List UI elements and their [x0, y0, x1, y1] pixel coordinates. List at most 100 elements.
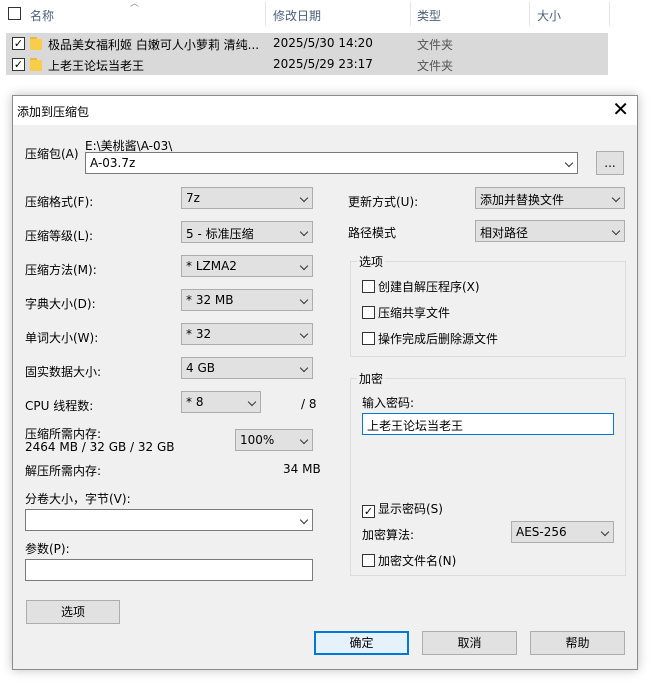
method-value: * LZMA2 [186, 259, 237, 273]
show-password-checkbox[interactable]: ✓ [362, 505, 375, 518]
solid-size-combo[interactable]: 4 GB [181, 357, 313, 379]
sfx-checkbox[interactable] [362, 280, 375, 293]
encryption-method-value: AES-256 [516, 525, 567, 539]
encryption-method-label: 加密算法: [362, 528, 415, 542]
encryption-group: 加密 输入密码: 上老王论坛当老王 ✓ 显示密码(S) 加密算法: AES-256… [350, 370, 626, 576]
file-type: 文件夹 [417, 59, 454, 73]
folder-icon [30, 58, 46, 71]
word-size-label: 单词大小(W): [25, 331, 99, 345]
chevron-down-icon [299, 295, 309, 305]
cancel-button[interactable]: 取消 [422, 631, 517, 655]
update-mode-label: 更新方式(U): [348, 195, 419, 209]
update-mode-combo[interactable]: 添加并替换文件 [475, 187, 625, 209]
file-row[interactable]: ✓ 极品美女福利姬 白嫩可人小萝莉 清纯... 2025/5/30 14:20 … [6, 33, 608, 54]
folder-icon [30, 37, 46, 50]
dialog-title: 添加到压缩包 [17, 105, 90, 119]
show-password-option[interactable]: ✓ 显示密码(S) [362, 500, 443, 518]
chevron-down-icon [611, 193, 621, 203]
shared-files-checkbox[interactable] [362, 306, 375, 319]
dictionary-combo[interactable]: * 32 MB [181, 289, 313, 311]
column-header-size[interactable]: 大小 [537, 7, 561, 24]
parameters-input[interactable] [25, 559, 313, 581]
sfx-option[interactable]: 创建自解压程序(X) [362, 278, 480, 295]
archive-name-combo[interactable]: A-03.7z [85, 152, 578, 174]
method-label: 压缩方法(M): [25, 263, 97, 277]
add-to-archive-dialog: 添加到压缩包 ✕ 压缩包(A) E:\美桃酱\A-03\ A-03.7z ...… [12, 95, 638, 670]
dictionary-label: 字典大小(D): [25, 297, 96, 311]
encrypt-names-option[interactable]: 加密文件名(N) [362, 552, 456, 569]
word-size-value: * 32 [186, 327, 212, 341]
memory-usage-value: 100% [240, 433, 275, 447]
cpu-threads-value: * 8 [186, 395, 204, 409]
chevron-down-icon [564, 158, 574, 168]
ok-button[interactable]: 确定 [314, 631, 409, 655]
options-button[interactable]: 选项 [26, 600, 120, 624]
chevron-down-icon [299, 193, 309, 203]
format-value: 7z [186, 191, 200, 205]
split-size-label: 分卷大小，字节(V): [25, 492, 131, 506]
chevron-down-icon [299, 363, 309, 373]
solid-size-label: 固实数据大小: [25, 365, 102, 379]
format-combo[interactable]: 7z [181, 187, 313, 209]
shared-files-option[interactable]: 压缩共享文件 [362, 304, 450, 321]
archive-label: 压缩包(A) [25, 147, 79, 161]
cpu-threads-label: CPU 线程数: [25, 399, 94, 413]
close-icon[interactable]: ✕ [612, 98, 629, 120]
encryption-group-title: 加密 [357, 370, 386, 387]
sort-ascending-icon: ︿ [130, 0, 140, 9]
decompress-memory-label: 解压所需内存: [25, 464, 102, 478]
delete-source-checkbox[interactable] [362, 332, 375, 345]
select-all-checkbox[interactable] [8, 7, 21, 20]
password-label: 输入密码: [362, 396, 415, 410]
chevron-down-icon [600, 527, 610, 537]
file-name: 极品美女福利姬 白嫩可人小萝莉 清纯... [48, 38, 260, 52]
decompress-memory-value: 34 MB [283, 462, 321, 476]
chevron-down-icon [299, 261, 309, 271]
row-checkbox[interactable]: ✓ [12, 58, 25, 71]
password-input[interactable]: 上老王论坛当老王 [362, 413, 614, 435]
chevron-down-icon [247, 397, 257, 407]
file-type: 文件夹 [417, 38, 454, 52]
split-size-combo[interactable] [25, 509, 313, 531]
chevron-down-icon [299, 435, 309, 445]
archive-name-value: A-03.7z [90, 156, 136, 170]
dialog-titlebar: 添加到压缩包 ✕ [13, 96, 637, 125]
file-modified: 2025/5/30 14:20 [273, 36, 373, 50]
memory-usage-combo[interactable]: 100% [235, 429, 313, 451]
column-header-modified[interactable]: 修改日期 [273, 7, 321, 24]
level-label: 压缩等级(L): [25, 229, 94, 243]
column-header-type[interactable]: 类型 [417, 7, 441, 24]
encrypt-names-label: 加密文件名(N) [378, 554, 457, 568]
compress-memory-detail: 2464 MB / 32 GB / 32 GB [25, 440, 175, 454]
encrypt-names-checkbox[interactable] [362, 554, 375, 567]
chevron-down-icon [299, 329, 309, 339]
show-password-label: 显示密码(S) [378, 502, 443, 516]
delete-source-option[interactable]: 操作完成后删除源文件 [362, 330, 498, 347]
path-mode-label: 路径模式 [348, 226, 397, 240]
format-label: 压缩格式(F): [25, 195, 94, 209]
help-button[interactable]: 帮助 [530, 631, 625, 655]
update-mode-value: 添加并替换文件 [480, 193, 565, 207]
cpu-threads-combo[interactable]: * 8 [181, 391, 261, 413]
browse-button[interactable]: ... [596, 151, 624, 175]
shared-files-label: 压缩共享文件 [378, 306, 451, 320]
word-size-combo[interactable]: * 32 [181, 323, 313, 345]
options-group-title: 选项 [357, 253, 386, 270]
encryption-method-combo[interactable]: AES-256 [511, 521, 614, 543]
sfx-label: 创建自解压程序(X) [378, 280, 480, 294]
chevron-down-icon [299, 227, 309, 237]
row-checkbox[interactable]: ✓ [12, 37, 25, 50]
level-combo[interactable]: 5 - 标准压缩 [181, 221, 313, 243]
chevron-down-icon [299, 515, 309, 525]
file-row[interactable]: ✓ 上老王论坛当老王 2025/5/29 23:17 文件夹 [6, 54, 608, 75]
options-group: 选项 创建自解压程序(X) 压缩共享文件 操作完成后删除源文件 [350, 253, 626, 357]
solid-size-value: 4 GB [186, 361, 215, 375]
file-modified: 2025/5/29 23:17 [273, 57, 373, 71]
column-header-name[interactable]: 名称 [30, 7, 54, 24]
level-value: 5 - 标准压缩 [186, 227, 254, 241]
method-combo[interactable]: * LZMA2 [181, 255, 313, 277]
path-mode-combo[interactable]: 相对路径 [475, 220, 625, 242]
chevron-down-icon [611, 226, 621, 236]
cpu-threads-total: / 8 [301, 397, 317, 411]
path-mode-value: 相对路径 [480, 226, 529, 240]
